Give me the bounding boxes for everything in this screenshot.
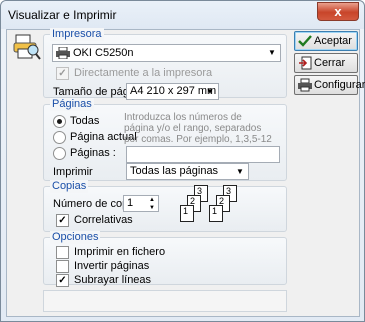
pages-range-input[interactable] <box>126 146 280 163</box>
stack-b-page-1: 1 <box>209 205 223 222</box>
configure-button[interactable]: Configurar <box>294 75 365 95</box>
printer-settings-icon <box>298 78 312 92</box>
print-to-file-checkbox[interactable] <box>56 246 69 259</box>
spin-down-icon[interactable]: ▼ <box>146 204 158 212</box>
pages-range-label: Páginas : <box>70 147 116 159</box>
print-what-select[interactable]: Todas las páginas <box>126 163 249 180</box>
dialog-window: Visualizar e Imprimir x Impresora OKI C5… <box>0 0 365 322</box>
underline-lines-checkbox[interactable]: ✓ <box>56 274 69 287</box>
printer-select-value: OKI C5250n <box>73 47 134 59</box>
copies-count-value: 1 <box>127 197 134 209</box>
collate-checkbox[interactable]: ✓ <box>56 214 69 227</box>
direct-to-printer-checkbox[interactable]: ✓ <box>56 67 69 80</box>
copies-group-legend: Copias <box>50 180 89 193</box>
direct-to-printer-label: Directamente a la impresora <box>74 67 213 79</box>
close-button-label: Cerrar <box>314 57 346 69</box>
close-button[interactable]: Cerrar <box>294 53 358 73</box>
pages-current-radio[interactable] <box>53 131 66 144</box>
copies-count-stepper[interactable]: 1 ▲ ▼ <box>123 195 159 212</box>
options-group-legend: Opciones <box>50 231 101 244</box>
printer-group-legend: Impresora <box>50 28 104 41</box>
accept-button[interactable]: Aceptar <box>294 31 358 51</box>
window-close-button[interactable]: x <box>317 2 359 21</box>
underline-lines-label: Subrayar líneas <box>74 274 152 286</box>
pages-all-radio[interactable] <box>53 115 66 128</box>
print-to-file-label: Imprimir en fichero <box>74 246 166 258</box>
pages-hint-line-1: Introduzca los números de <box>124 112 242 123</box>
status-bar <box>43 290 287 312</box>
collate-label: Correlativas <box>74 214 133 226</box>
pages-all-label: Todas <box>70 115 100 127</box>
reverse-pages-label: Invertir páginas <box>74 260 150 272</box>
title-bar[interactable]: Visualizar e Imprimir <box>1 1 364 29</box>
exit-door-icon <box>299 56 312 70</box>
printer-group: Impresora OKI C5250n ✓ Directamente a la… <box>43 28 287 100</box>
reverse-pages-checkbox[interactable] <box>56 260 69 273</box>
pages-group-legend: Páginas <box>50 98 94 111</box>
window-title: Visualizar e Imprimir <box>8 8 117 22</box>
printer-select[interactable]: OKI C5250n <box>52 44 281 62</box>
configure-button-label: Configurar <box>314 79 365 91</box>
pages-range-radio[interactable] <box>53 147 66 160</box>
options-group: Opciones Imprimir en fichero Invertir pá… <box>43 231 287 287</box>
printer-icon <box>56 47 70 59</box>
printer-preview-icon <box>13 34 41 60</box>
chevron-down-icon[interactable] <box>202 84 218 99</box>
stack-a-page-1: 1 <box>180 205 194 222</box>
pages-group: Páginas Todas Página actual Páginas : In… <box>43 98 287 181</box>
pages-hint-line-2: página y/o el rango, separados <box>124 123 262 134</box>
page-size-select[interactable]: A4 210 x 297 mm <box>126 83 219 100</box>
accept-button-label: Aceptar <box>314 35 352 47</box>
chevron-down-icon[interactable] <box>232 164 248 179</box>
pages-hint-line-3: por comas. Por ejemplo, 1,3,5-12 <box>124 134 272 145</box>
spin-up-icon[interactable]: ▲ <box>146 196 158 204</box>
checkmark-icon <box>298 35 312 47</box>
chevron-down-icon[interactable] <box>264 45 280 61</box>
copies-group: Copias Número de copias 1 ▲ ▼ ✓ Correlat… <box>43 180 287 232</box>
print-what-label: Imprimir <box>53 166 93 178</box>
print-what-value: Todas las páginas <box>130 165 219 177</box>
dialog-body: Impresora OKI C5250n ✓ Directamente a la… <box>6 28 365 317</box>
